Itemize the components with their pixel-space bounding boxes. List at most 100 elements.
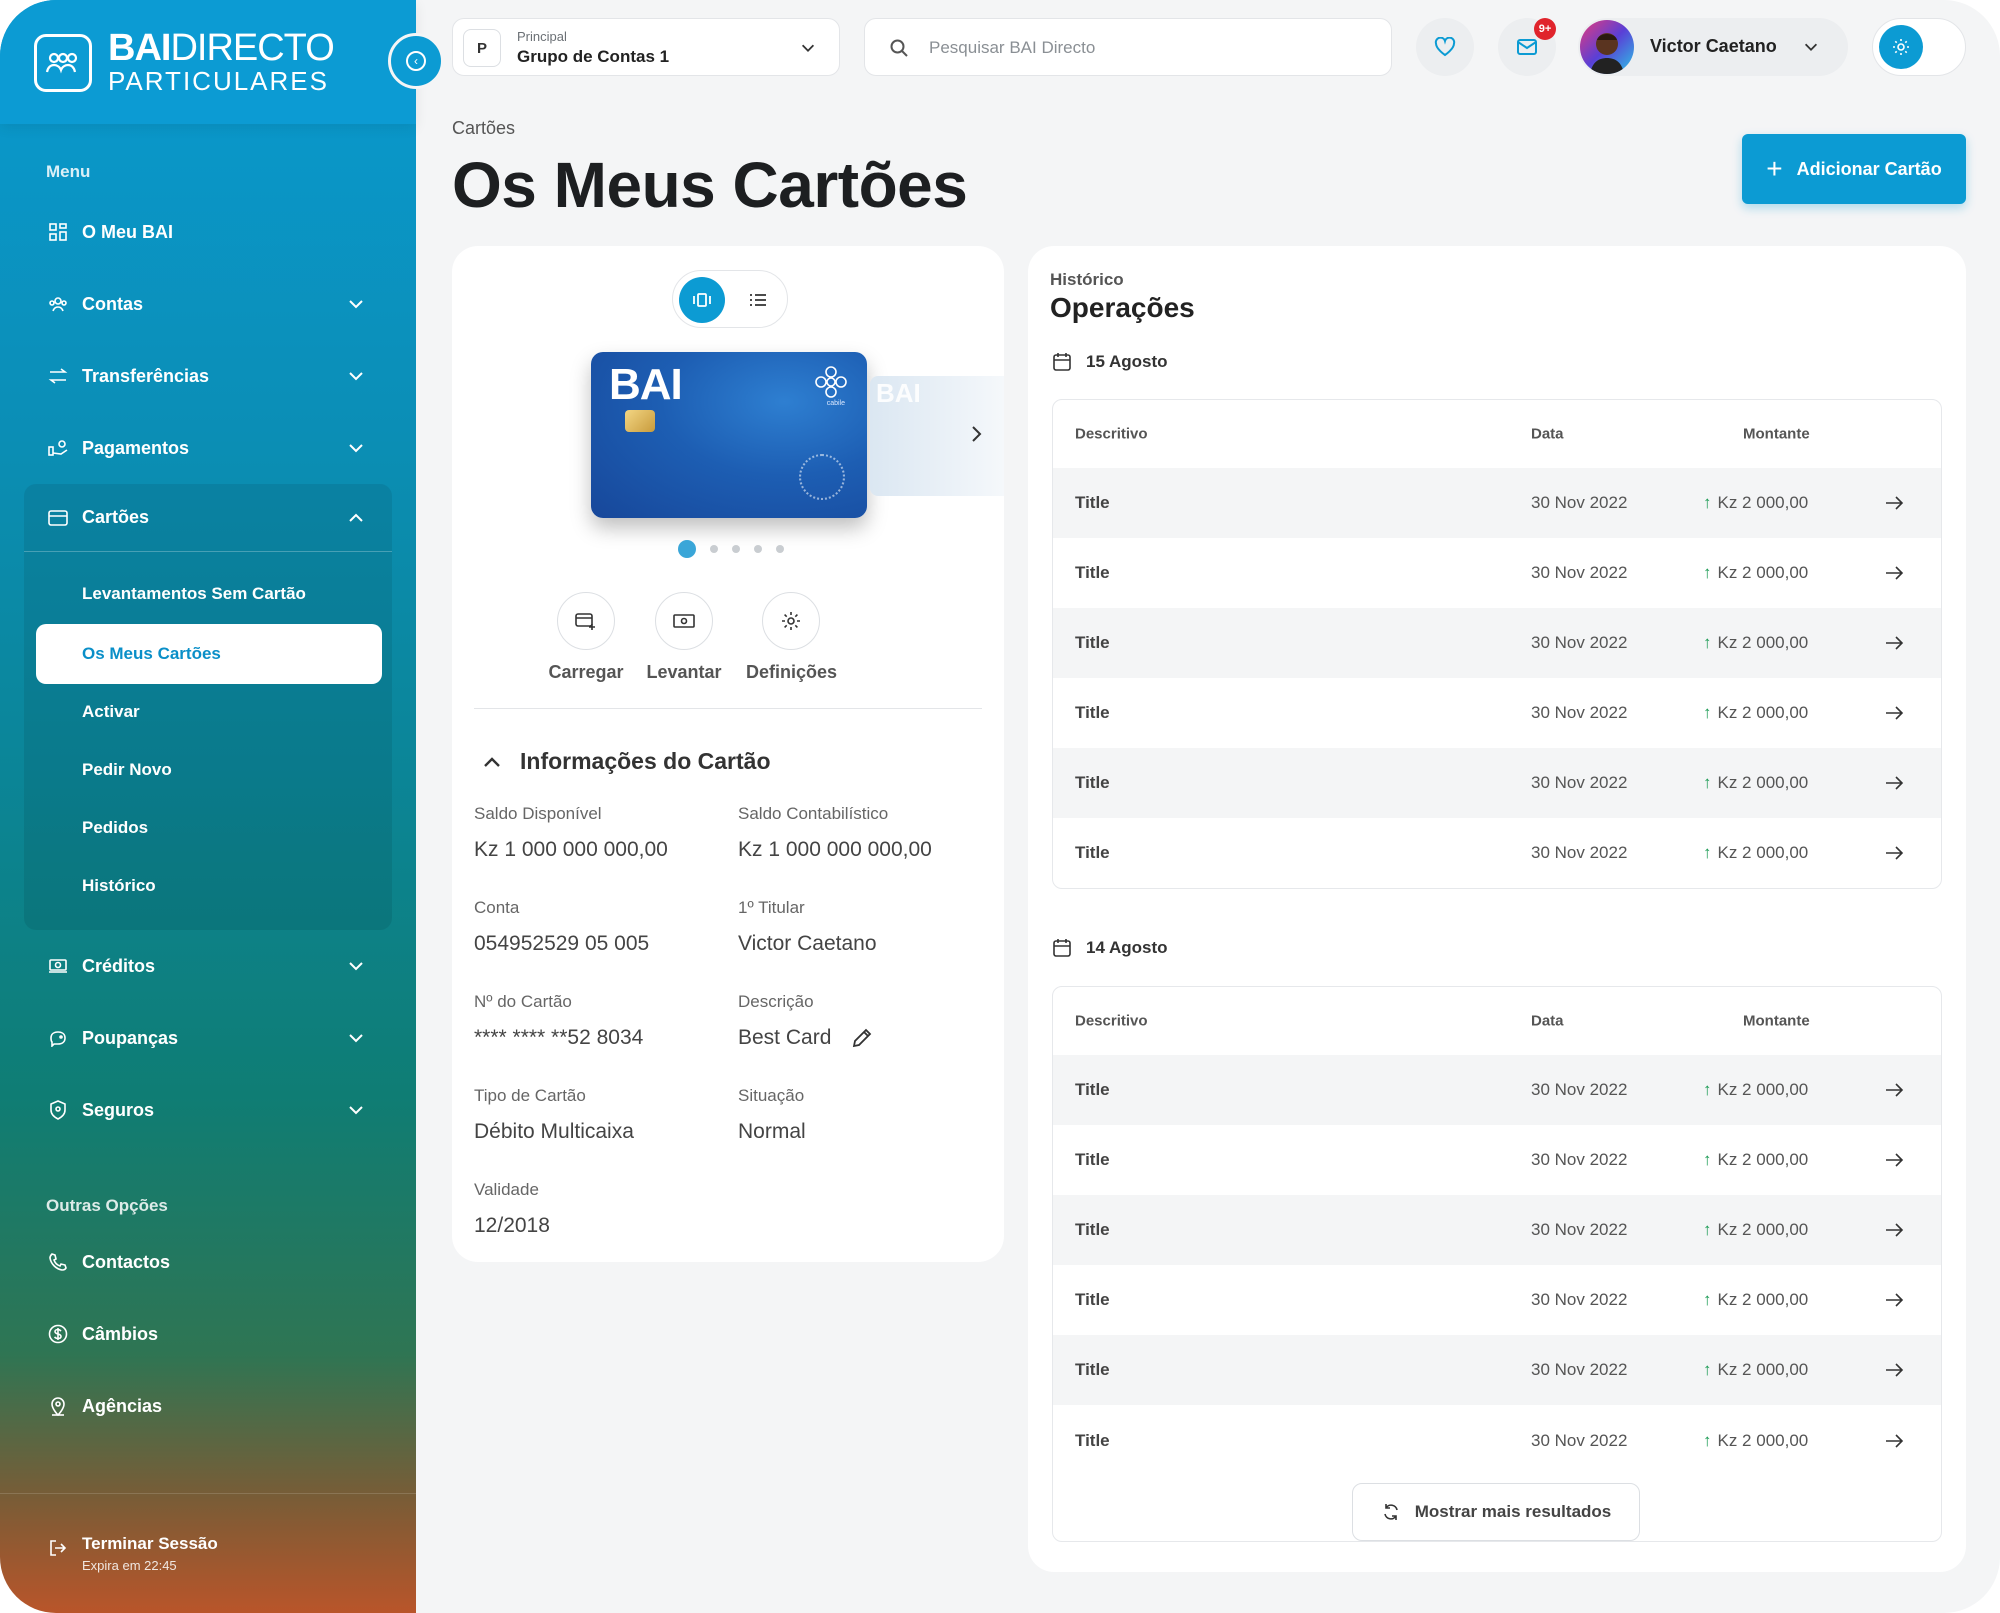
card-type-value: Débito Multicaixa [474, 1120, 634, 1143]
arrow-right-icon[interactable] [1883, 562, 1905, 584]
arrow-right-icon[interactable] [1883, 1289, 1905, 1311]
table-row[interactable]: Title 30 Nov 2022 ↑ Kz 2 000,00 [1053, 1195, 1941, 1265]
date-group-label: 14 Agosto [1086, 938, 1168, 957]
carousel-dot[interactable] [710, 545, 718, 553]
sidebar-item-transferencias[interactable]: Transferências [24, 348, 392, 404]
withdraw-action[interactable]: Levantar [639, 592, 729, 683]
submenu-levantamentos-sem-cartao[interactable]: Levantamentos Sem Cartão [82, 584, 306, 604]
table-row[interactable]: Title 30 Nov 2022 ↑ Kz 2 000,00 [1053, 1265, 1941, 1335]
sidebar-item-o-meu-bai[interactable]: O Meu BAI [24, 204, 392, 260]
sidebar-item-label: Seguros [82, 1099, 155, 1120]
chevron-right-icon[interactable] [964, 422, 988, 446]
submenu-pedir-novo[interactable]: Pedir Novo [82, 760, 172, 780]
theme-toggle[interactable] [1872, 18, 1966, 76]
arrow-right-icon[interactable] [1883, 1359, 1905, 1381]
arrow-right-icon[interactable] [1883, 772, 1905, 794]
arrow-right-icon[interactable] [1883, 1079, 1905, 1101]
table-row[interactable]: Title 30 Nov 2022 ↑ Kz 2 000,00 [1053, 1335, 1941, 1405]
logout-button[interactable]: Terminar Sessão Expira em 22:45 [0, 1493, 416, 1613]
carousel-dot[interactable] [776, 545, 784, 553]
table-row[interactable]: Title 30 Nov 2022 ↑ Kz 2 000,00 [1053, 1125, 1941, 1195]
user-menu[interactable]: Victor Caetano [1578, 18, 1848, 76]
location-icon [48, 1396, 68, 1416]
row-date: 30 Nov 2022 [1531, 1290, 1628, 1309]
chevron-down-icon [349, 300, 363, 309]
list-view-button[interactable] [735, 277, 781, 323]
sidebar-item-contas[interactable]: Contas [24, 276, 392, 332]
card-info-toggle[interactable]: Informações do Cartão [480, 748, 771, 775]
row-amount-value: Kz 2 000,00 [1717, 1360, 1809, 1379]
row-amount-value: Kz 2 000,00 [1717, 1080, 1809, 1099]
credit-icon [48, 956, 68, 976]
search-icon [890, 39, 908, 57]
sidebar-item-cartoes[interactable]: Cartões [24, 484, 392, 552]
arrow-right-icon[interactable] [1883, 632, 1905, 654]
submenu-os-meus-cartoes[interactable]: Os Meus Cartões [36, 624, 382, 684]
mail-icon [1517, 39, 1537, 55]
carousel-dot[interactable] [754, 545, 762, 553]
arrow-right-icon[interactable] [1883, 492, 1905, 514]
sidebar-item-agencias[interactable]: Agências [24, 1378, 392, 1434]
row-desc: Title [1075, 1150, 1110, 1169]
submenu-historico[interactable]: Histórico [82, 876, 156, 896]
arrow-up-icon: ↑ [1703, 703, 1712, 722]
search-input[interactable] [929, 33, 1369, 63]
sidebar-item-pagamentos[interactable]: Pagamentos [24, 420, 392, 476]
show-more-button[interactable]: Mostrar mais resultados [1352, 1483, 1640, 1541]
plus-icon: + [1766, 153, 1783, 184]
row-date: 30 Nov 2022 [1531, 773, 1628, 792]
row-amount-value: Kz 2 000,00 [1717, 1150, 1809, 1169]
chip-icon [625, 410, 655, 432]
settings-action[interactable]: Definições [746, 592, 837, 683]
avatar [1580, 20, 1634, 74]
withdraw-label: Levantar [646, 662, 722, 682]
arrow-right-icon[interactable] [1883, 1149, 1905, 1171]
row-date: 30 Nov 2022 [1531, 703, 1628, 722]
sidebar-item-cambios[interactable]: Câmbios [24, 1306, 392, 1362]
row-date: 30 Nov 2022 [1531, 633, 1628, 652]
table-row[interactable]: Title 30 Nov 2022 ↑ Kz 2 000,00 [1053, 678, 1941, 748]
submenu-pedidos[interactable]: Pedidos [82, 818, 148, 838]
operations-panel: Histórico Operações 15 Agosto Descritivo… [1028, 246, 1966, 1572]
card-info-title: Informações do Cartão [520, 748, 771, 774]
row-date: 30 Nov 2022 [1531, 1360, 1628, 1379]
sidebar-item-creditos[interactable]: Créditos [24, 938, 392, 994]
table-row[interactable]: Title 30 Nov 2022 ↑ Kz 2 000,00 [1053, 538, 1941, 608]
piggy-bank-icon [48, 1028, 68, 1048]
sidebar-item-contactos[interactable]: Contactos [24, 1234, 392, 1290]
arrow-up-icon: ↑ [1703, 563, 1712, 582]
carousel-view-button[interactable] [679, 277, 725, 323]
show-more-label: Mostrar mais resultados [1414, 1502, 1612, 1521]
bank-card-image[interactable]: BAI cabile [591, 352, 867, 518]
sidebar-item-poupancas[interactable]: Poupanças [24, 1010, 392, 1066]
table-row[interactable]: Title 30 Nov 2022 ↑ Kz 2 000,00 [1053, 468, 1941, 538]
carousel-pagination [678, 540, 784, 558]
account-group-select[interactable]: P Principal Grupo de Contas 1 [452, 18, 840, 76]
table-row[interactable]: Title 30 Nov 2022 ↑ Kz 2 000,00 [1053, 1055, 1941, 1125]
table-row[interactable]: Title 30 Nov 2022 ↑ Kz 2 000,00 [1053, 608, 1941, 678]
arrow-right-icon[interactable] [1883, 702, 1905, 724]
top-up-action[interactable]: Carregar [541, 592, 631, 683]
chevron-down-icon [801, 44, 815, 52]
carousel-dot[interactable] [678, 540, 696, 558]
carousel-dot[interactable] [732, 545, 740, 553]
arrow-right-icon[interactable] [1883, 842, 1905, 864]
favorites-button[interactable] [1416, 18, 1474, 76]
heart-icon [1434, 37, 1456, 57]
chevron-down-icon [349, 372, 363, 381]
add-card-button[interactable]: + Adicionar Cartão [1742, 134, 1966, 204]
breadcrumb[interactable]: Cartões [452, 118, 515, 139]
table-header: Descritivo Data Montante [1053, 400, 1941, 468]
collapse-sidebar-button[interactable]: ‹ [388, 33, 444, 89]
edit-pencil-icon[interactable] [851, 1027, 873, 1049]
card-type-label: Tipo de Cartão [474, 1086, 586, 1105]
session-expiry: Expira em 22:45 [82, 1558, 177, 1573]
brand-header: BAIDIRECTO PARTICULARES [0, 0, 416, 124]
row-amount-value: Kz 2 000,00 [1717, 1431, 1809, 1450]
table-row[interactable]: Title 30 Nov 2022 ↑ Kz 2 000,00 [1053, 748, 1941, 818]
arrow-right-icon[interactable] [1883, 1219, 1905, 1241]
submenu-activar[interactable]: Activar [82, 702, 140, 722]
arrow-right-icon[interactable] [1883, 1430, 1905, 1452]
sidebar-item-seguros[interactable]: Seguros [24, 1082, 392, 1138]
table-row[interactable]: Title 30 Nov 2022 ↑ Kz 2 000,00 [1053, 818, 1941, 888]
